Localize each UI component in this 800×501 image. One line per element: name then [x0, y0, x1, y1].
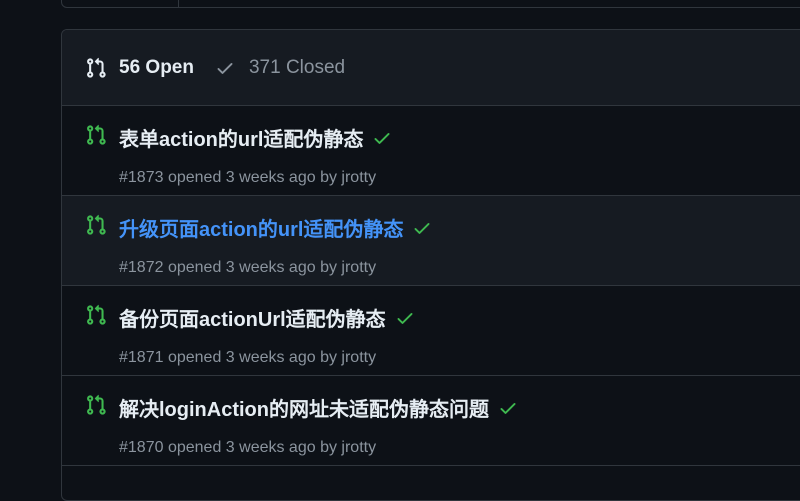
pull-request-number: #1872: [119, 259, 164, 276]
check-icon[interactable]: [372, 128, 392, 148]
pull-request-list: 56 Open 371 Closed 表单action的url适配伪静态 #18…: [61, 29, 800, 501]
top-toolbar-box: [61, 0, 800, 8]
git-pull-request-icon: [87, 124, 106, 145]
pull-request-title-link[interactable]: 表单action的url适配伪静态: [119, 123, 363, 152]
git-pull-request-icon: [87, 304, 106, 325]
pull-request-author-link[interactable]: jrotty: [341, 169, 376, 186]
pull-request-title-line: 表单action的url适配伪静态: [119, 123, 392, 152]
pull-request-opened-text: opened 3 weeks ago by: [167, 439, 337, 456]
closed-count-label: 371 Closed: [248, 56, 346, 78]
pull-request-title-link[interactable]: 升级页面action的url适配伪静态: [119, 213, 403, 242]
check-icon[interactable]: [498, 398, 518, 418]
check-icon: [217, 62, 233, 74]
pull-request-rows: 表单action的url适配伪静态 #1873 opened 3 weeks a…: [62, 106, 800, 466]
pull-request-title-link[interactable]: 解决loginAction的网址未适配伪静态问题: [119, 393, 489, 422]
check-icon[interactable]: [395, 308, 415, 328]
pull-request-meta: #1871 opened 3 weeks ago by jrotty: [119, 349, 376, 367]
pull-request-meta: #1872 opened 3 weeks ago by jrotty: [119, 259, 376, 277]
pull-request-row[interactable]: 解决loginAction的网址未适配伪静态问题 #1870 opened 3 …: [62, 376, 800, 466]
pull-request-author-link[interactable]: jrotty: [341, 349, 376, 366]
pull-request-author-link[interactable]: jrotty: [341, 259, 376, 276]
pull-request-opened-text: opened 3 weeks ago by: [167, 259, 337, 276]
pull-request-title-line: 备份页面actionUrl适配伪静态: [119, 303, 415, 332]
pull-request-row[interactable]: 备份页面actionUrl适配伪静态 #1871 opened 3 weeks …: [62, 286, 800, 376]
pull-request-opened-text: opened 3 weeks ago by: [167, 349, 337, 366]
pull-request-title-line: 升级页面action的url适配伪静态: [119, 213, 432, 242]
open-filter-tab[interactable]: 56 Open: [85, 57, 194, 79]
pull-request-meta: #1870 opened 3 weeks ago by jrotty: [119, 439, 376, 457]
git-pull-request-icon: [87, 57, 106, 78]
open-count-label: 56 Open: [119, 56, 194, 78]
git-pull-request-icon: [87, 214, 106, 235]
pull-request-meta: #1873 opened 3 weeks ago by jrotty: [119, 169, 376, 187]
pull-request-number: #1870: [119, 439, 164, 456]
pull-request-number: #1873: [119, 169, 164, 186]
pull-request-row[interactable]: 表单action的url适配伪静态 #1873 opened 3 weeks a…: [62, 106, 800, 196]
pull-request-title-line: 解决loginAction的网址未适配伪静态问题: [119, 393, 518, 422]
pull-request-author-link[interactable]: jrotty: [341, 439, 376, 456]
git-pull-request-icon: [87, 394, 106, 415]
pull-request-list-header: 56 Open 371 Closed: [62, 30, 800, 106]
toolbar-divider: [178, 0, 179, 7]
pull-request-number: #1871: [119, 349, 164, 366]
pull-request-opened-text: opened 3 weeks ago by: [167, 169, 337, 186]
pull-request-row[interactable]: 升级页面action的url适配伪静态 #1872 opened 3 weeks…: [62, 196, 800, 286]
check-icon[interactable]: [412, 218, 432, 238]
pull-request-title-link[interactable]: 备份页面actionUrl适配伪静态: [119, 303, 386, 332]
closed-filter-tab[interactable]: 371 Closed: [215, 57, 345, 79]
